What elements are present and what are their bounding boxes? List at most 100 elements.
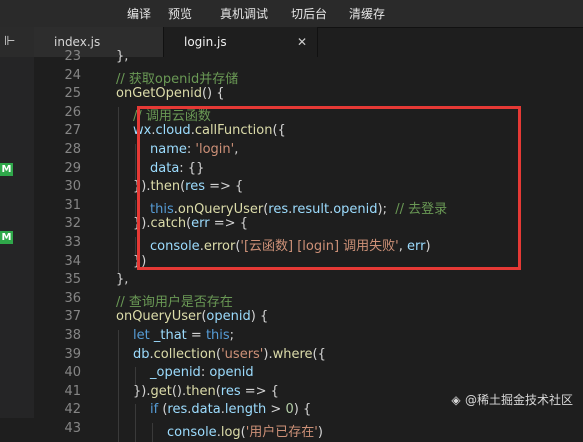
modified-badge: M xyxy=(0,163,13,176)
indent-guide xyxy=(118,144,119,163)
clear-cache-button[interactable]: 清缓存 xyxy=(349,5,385,22)
code-token: // 查询用户是否存在 xyxy=(116,294,233,310)
code-line: // 查询用户是否存在 xyxy=(116,291,233,310)
code-line: onGetOpenid() { xyxy=(116,86,225,101)
line-number: 34 xyxy=(64,253,81,269)
code-line: console.log('用户已存在') xyxy=(167,421,323,440)
indent-guide xyxy=(118,330,119,349)
code-token: db xyxy=(133,346,150,362)
tab-login-js[interactable]: login.js ✕ xyxy=(164,27,318,57)
code-token: 'users' xyxy=(221,346,264,362)
line-number: 25 xyxy=(64,86,81,102)
file-status-sidebar: M M xyxy=(0,57,35,418)
compile-button[interactable]: 编译 xyxy=(127,5,151,22)
indent-guide xyxy=(118,423,119,442)
code-token: '用户已存在' xyxy=(245,425,318,440)
background-button[interactable]: 切后台 xyxy=(291,5,327,22)
juejin-icon: ◈ xyxy=(451,393,461,407)
watermark-text: @稀土掘金技术社区 xyxy=(464,393,573,407)
line-number: 43 xyxy=(64,421,81,436)
indent-guide xyxy=(118,125,119,144)
line-number: 26 xyxy=(64,104,81,120)
line-number: 27 xyxy=(64,123,81,139)
code-line: onQueryUser(openid) { xyxy=(116,309,268,324)
code-token: then xyxy=(186,383,216,399)
code-token: length xyxy=(224,402,267,418)
indent-guide xyxy=(152,423,153,442)
line-number: 33 xyxy=(64,235,81,250)
line-number: 37 xyxy=(64,309,81,325)
indent-guide xyxy=(118,199,119,219)
code-editor[interactable]: 23 24 25 26 27 28 29 30 31 32 33 34 35 36 37 38 39 40 41 42… xyxy=(34,49,583,442)
line-number: 39 xyxy=(64,346,81,362)
code-token: collection xyxy=(153,346,217,362)
code-token: this xyxy=(205,328,230,343)
code-token: console xyxy=(167,425,217,440)
code-line: // 获取openid并存储 xyxy=(116,68,238,87)
code-line: _openid: openid xyxy=(150,365,254,380)
indent-guide xyxy=(118,404,119,423)
indent-guide xyxy=(118,367,119,386)
code-token: ). xyxy=(263,346,273,362)
code-token: => { xyxy=(240,383,279,399)
code-token: ) { xyxy=(250,309,269,325)
code-token: openid xyxy=(206,309,251,325)
watermark: ◈ @稀土掘金技术社区 xyxy=(449,391,573,408)
panel-toggle[interactable]: ⊩ xyxy=(0,27,35,57)
indent-guide xyxy=(118,348,119,368)
line-number: 38 xyxy=(64,328,81,343)
line-number: 35 xyxy=(64,272,81,288)
code-token: where xyxy=(272,346,313,362)
line-number: 42 xyxy=(64,402,81,418)
line-number-gutter: 23 24 25 26 27 28 29 30 31 32 33 34 35 36 37 38 39 40 41 42… xyxy=(34,49,84,436)
indent-guide xyxy=(118,218,119,237)
code-token: log xyxy=(220,425,241,440)
code-token: ) { xyxy=(293,402,312,418)
code-token: (). xyxy=(171,383,187,399)
code-token: onQueryUser xyxy=(116,309,202,325)
code-token: _openid xyxy=(150,365,201,381)
code-token: = xyxy=(186,328,206,343)
line-number: 28 xyxy=(64,142,81,157)
line-number: 29 xyxy=(64,160,81,176)
device-debug-button[interactable]: 真机调试 xyxy=(220,5,268,22)
tab-label: login.js xyxy=(184,35,227,49)
code-token: data xyxy=(191,402,221,418)
code-token: onGetOpenid xyxy=(116,86,202,102)
line-number: 32 xyxy=(64,216,81,232)
code-token: }). xyxy=(133,383,151,399)
code-token: ({ xyxy=(312,346,326,362)
code-token: > xyxy=(266,402,286,418)
indent-guide xyxy=(135,144,136,163)
code-line: }).get().then(res => { xyxy=(133,384,279,399)
code-line: db.collection('users').where({ xyxy=(133,347,326,362)
indent-guide xyxy=(118,181,119,200)
code-token: }, xyxy=(116,49,129,64)
code-line: if (res.data.length > 0) { xyxy=(150,402,311,417)
code-token: () { xyxy=(201,86,225,102)
modified-badge: M xyxy=(0,231,13,244)
code-token: ; xyxy=(229,328,235,343)
line-number: 23 xyxy=(64,49,81,64)
code-token: // 获取openid并存储 xyxy=(116,71,239,87)
indent-guide xyxy=(118,237,119,256)
tab-label: index.js xyxy=(54,35,101,49)
code-token: }, xyxy=(116,272,129,288)
code-token: ) xyxy=(317,425,323,440)
indent-guide xyxy=(118,106,119,126)
indent-guide xyxy=(135,404,136,423)
code-token: openid xyxy=(209,365,254,381)
line-number: 41 xyxy=(64,383,81,399)
line-number: 24 xyxy=(64,67,81,83)
indent-guide xyxy=(135,423,136,442)
close-icon[interactable]: ✕ xyxy=(297,27,307,57)
code-line: }, xyxy=(116,272,128,287)
code-token: get xyxy=(150,383,172,399)
line-number: 40 xyxy=(64,365,81,381)
highlight-annotation-box xyxy=(137,106,521,270)
indent-guide xyxy=(118,385,119,405)
sidebar-collapse-icon[interactable]: ⊩ xyxy=(4,34,15,49)
code-token: let xyxy=(133,328,150,343)
indent-guide xyxy=(118,162,119,182)
preview-button[interactable]: 预览 xyxy=(168,5,192,22)
